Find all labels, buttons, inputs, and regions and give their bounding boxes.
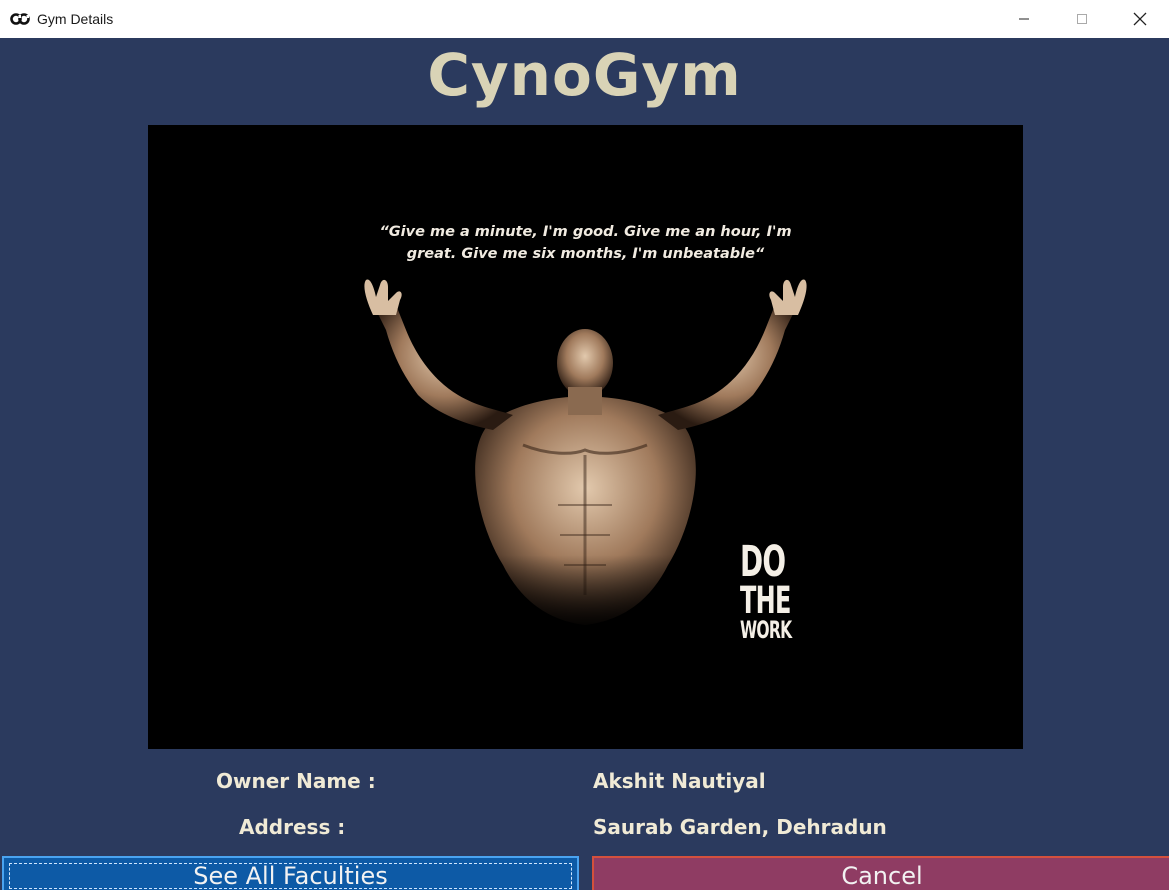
gym-name-title: CynoGym xyxy=(427,41,742,109)
motivational-poster-image: “Give me a minute, I'm good. Give me an … xyxy=(148,125,1023,749)
see-all-faculties-button[interactable]: See All Faculties xyxy=(2,856,579,890)
cancel-button[interactable]: Cancel xyxy=(592,856,1169,890)
bodybuilder-illustration xyxy=(364,279,807,635)
quote-line-1: “Give me a minute, I'm good. Give me an … xyxy=(379,224,792,240)
close-button[interactable] xyxy=(1111,0,1169,38)
cancel-label: Cancel xyxy=(841,862,923,890)
minimize-icon xyxy=(1019,18,1029,20)
motto-line-3: WORK xyxy=(740,616,792,644)
poster-quote: “Give me a minute, I'm good. Give me an … xyxy=(148,221,1023,265)
window-title: Gym Details xyxy=(37,11,114,27)
maximize-button[interactable] xyxy=(1053,0,1111,38)
see-all-faculties-label: See All Faculties xyxy=(193,862,388,890)
window-controls xyxy=(995,0,1169,38)
minimize-button[interactable] xyxy=(995,0,1053,38)
cg-logo-icon xyxy=(10,12,30,26)
close-icon xyxy=(1133,12,1147,26)
owner-name-value: Akshit Nautiyal xyxy=(593,769,766,793)
address-label: Address : xyxy=(239,815,346,839)
motto-line-1: DO xyxy=(740,537,786,587)
poster-motto: DO THE WORK xyxy=(740,537,792,644)
title-bar: Gym Details xyxy=(0,0,1169,38)
quote-line-2: great. Give me six months, I'm unbeatabl… xyxy=(406,246,765,262)
address-value: Saurab Garden, Dehradun xyxy=(593,815,887,839)
maximize-icon xyxy=(1077,14,1087,24)
motto-line-2: THE xyxy=(740,579,791,622)
gym-details-window: Gym Details CynoGym “Give me a minute, I… xyxy=(0,0,1169,890)
owner-name-label: Owner Name : xyxy=(216,769,376,793)
